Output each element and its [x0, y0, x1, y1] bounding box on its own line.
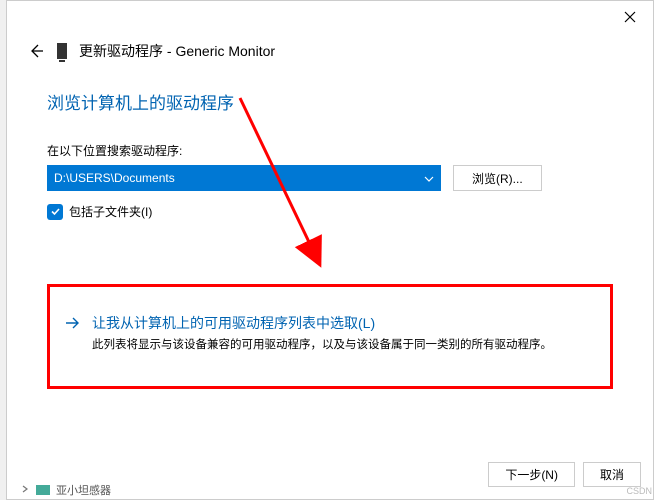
close-icon: [624, 11, 636, 23]
option-title: 让我从计算机上的可用驱动程序列表中选取(L): [92, 313, 552, 333]
watermark: CSDN: [626, 486, 652, 496]
dialog-content: 浏览计算机上的驱动程序 在以下位置搜索驱动程序: D:\USERS\Docume…: [7, 69, 653, 389]
pick-from-list-option[interactable]: 让我从计算机上的可用驱动程序列表中选取(L) 此列表将显示与该设备兼容的可用驱动…: [58, 313, 594, 354]
background-device-label: 亚小坦感器: [56, 482, 111, 498]
dialog-title: 更新驱动程序 - Generic Monitor: [79, 41, 275, 61]
pick-from-list-option-highlight: 让我从计算机上的可用驱动程序列表中选取(L) 此列表将显示与该设备兼容的可用驱动…: [47, 284, 613, 389]
back-button[interactable]: [27, 42, 45, 60]
check-icon: [50, 206, 61, 217]
path-row: D:\USERS\Documents 浏览(R)...: [47, 165, 613, 191]
include-subfolders-checkbox[interactable]: [47, 204, 63, 220]
background-fragment-bottom: 亚小坦感器: [20, 482, 111, 498]
chevron-down-icon: [424, 171, 434, 185]
option-text: 让我从计算机上的可用驱动程序列表中选取(L) 此列表将显示与该设备兼容的可用驱动…: [92, 313, 552, 354]
page-heading: 浏览计算机上的驱动程序: [47, 89, 613, 114]
chevron-right-icon: [20, 484, 30, 497]
option-description: 此列表将显示与该设备兼容的可用驱动程序，以及与该设备属于同一类别的所有驱动程序。: [92, 337, 552, 354]
cancel-button[interactable]: 取消: [583, 462, 641, 487]
dialog-window: 更新驱动程序 - Generic Monitor 浏览计算机上的驱动程序 在以下…: [6, 0, 654, 500]
close-button[interactable]: [607, 1, 653, 33]
include-subfolders-row: 包括子文件夹(I): [47, 203, 613, 220]
browse-button[interactable]: 浏览(R)...: [453, 165, 542, 191]
search-location-label: 在以下位置搜索驱动程序:: [47, 142, 613, 159]
include-subfolders-label: 包括子文件夹(I): [69, 203, 152, 220]
device-icon: [36, 485, 50, 495]
next-button[interactable]: 下一步(N): [488, 462, 575, 487]
option-arrow-icon: [62, 313, 82, 338]
monitor-icon: [57, 43, 67, 59]
path-value: D:\USERS\Documents: [54, 171, 175, 185]
dialog-header: 更新驱动程序 - Generic Monitor: [7, 33, 653, 69]
back-arrow-icon: [27, 42, 45, 60]
dialog-footer: 下一步(N) 取消: [488, 462, 641, 487]
titlebar: [7, 1, 653, 33]
path-combobox[interactable]: D:\USERS\Documents: [47, 165, 441, 191]
